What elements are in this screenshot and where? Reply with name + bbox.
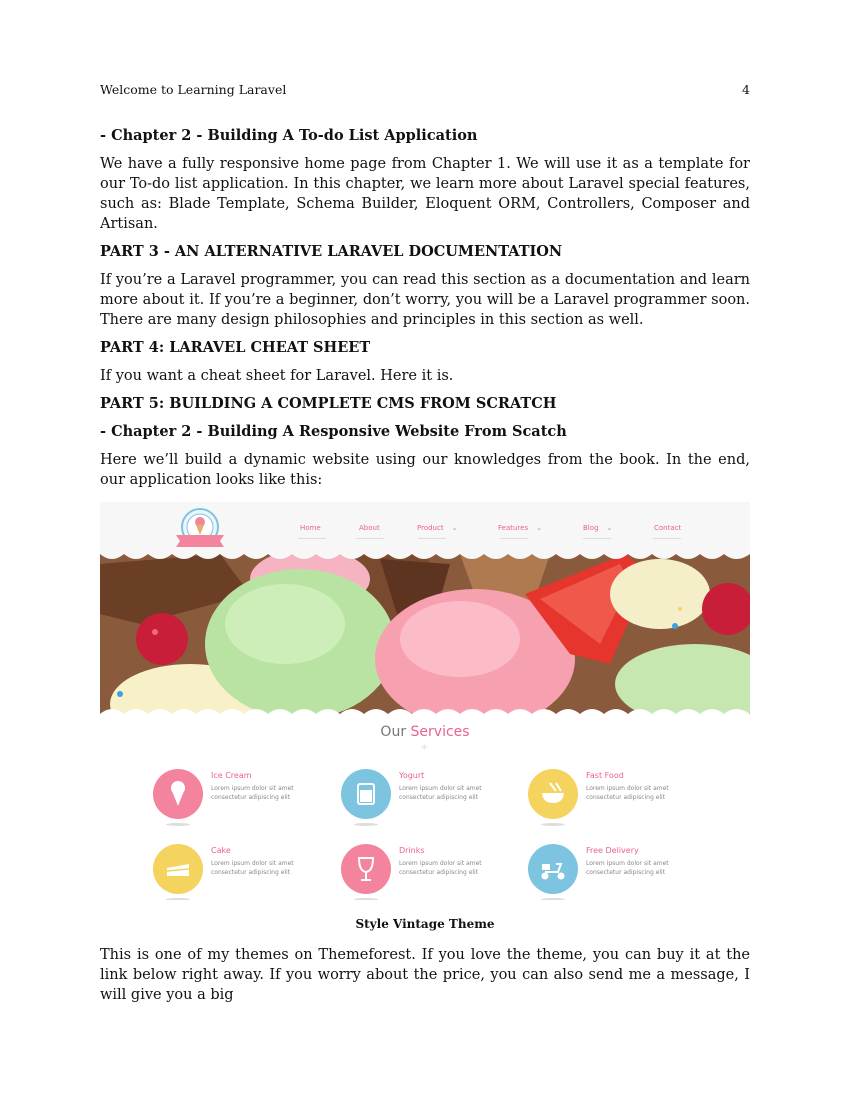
service-description: Lorem ipsum dolor sit amet consectetur a…: [399, 785, 482, 801]
nav-product[interactable]: Product ⌄: [417, 524, 457, 532]
plus-icon: +: [420, 742, 429, 753]
service-shadow: [354, 898, 378, 900]
heading-part-3: PART 3 - AN ALTERNATIVE LARAVEL DOCUMENT…: [100, 243, 563, 260]
service-description: Lorem ipsum dolor sit amet consectetur a…: [586, 860, 669, 876]
paragraph-closing: This is one of my themes on Themeforest.…: [100, 947, 750, 1003]
service-shadow: [166, 823, 190, 826]
hero-ice-cream-image: [100, 554, 750, 714]
nav-underline: [298, 538, 326, 539]
cake-icon: [166, 864, 190, 876]
service-description: Lorem ipsum dolor sit amet consectetur a…: [586, 785, 669, 801]
heading-chapter-2-website: - Chapter 2 - Building A Responsive Webs…: [100, 423, 567, 440]
paragraph-part-4: If you want a cheat sheet for Laravel. H…: [100, 368, 454, 384]
service-shadow: [166, 898, 190, 900]
paragraph-part-3: If you’re a Laravel programmer, you can …: [100, 272, 750, 328]
nav-features[interactable]: Features ⌄: [498, 524, 542, 532]
service-label: Ice Cream: [211, 771, 252, 780]
nav-features-label: Features: [498, 524, 529, 532]
nav-blog[interactable]: Blog ⌄: [583, 524, 612, 532]
service-item: Free Delivery Lorem ipsum dolor sit amet…: [528, 844, 708, 900]
service-item: Drinks Lorem ipsum dolor sit amet consec…: [341, 844, 521, 900]
service-label: Yogurt: [399, 771, 425, 780]
theme-navbar: Home About Product ⌄ Features ⌄ Blog ⌄ Cont…: [100, 502, 750, 560]
nav-underline: [583, 538, 611, 539]
heading-part-4: PART 4: LARAVEL CHEAT SHEET: [100, 339, 371, 356]
service-shadow: [541, 823, 565, 826]
nav-underline: [653, 538, 681, 539]
nav-underline: [500, 538, 528, 539]
heading-part-5: PART 5: BUILDING A COMPLETE CMS FROM SCR…: [100, 395, 557, 412]
nav-underline: [418, 538, 446, 539]
running-header: Welcome to Learning Laravel 4: [100, 82, 750, 97]
paragraph-chapter-2-intro: We have a fully responsive home page fro…: [100, 156, 750, 232]
nav-underline: [356, 538, 384, 539]
service-item: Yogurt Lorem ipsum dolor sit amet consec…: [341, 769, 521, 829]
service-label: Drinks: [399, 846, 425, 855]
bowl-icon: [542, 782, 564, 803]
paragraph-website-intro: Here we’ll build a dynamic website using…: [100, 452, 750, 488]
chevron-down-icon: ⌄: [451, 524, 458, 532]
nav-product-label: Product: [417, 524, 444, 532]
chevron-down-icon: ⌄: [536, 524, 542, 532]
service-description: Lorem ipsum dolor sit amet consectetur a…: [399, 860, 482, 876]
services-title-accent: Services: [410, 724, 470, 740]
service-item: Fast Food Lorem ipsum dolor sit amet con…: [528, 769, 708, 829]
yogurt-cup-icon: [357, 783, 375, 805]
nav-contact[interactable]: Contact: [654, 524, 681, 532]
service-item: Cake Lorem ipsum dolor sit amet consecte…: [153, 844, 333, 900]
heading-chapter-2-todo: - Chapter 2 - Building A To-do List Appl…: [100, 127, 478, 144]
service-label: Cake: [211, 846, 231, 855]
wine-glass-icon: [357, 857, 375, 881]
figure-caption: Style Vintage Theme: [355, 917, 495, 931]
service-description: Lorem ipsum dolor sit amet consectetur a…: [211, 860, 294, 876]
theme-screenshot: Home About Product ⌄ Features ⌄ Blog ⌄ Cont…: [100, 502, 750, 900]
service-label: Fast Food: [586, 771, 624, 780]
service-shadow: [541, 898, 565, 900]
nav-about[interactable]: About: [359, 524, 380, 532]
nav-home[interactable]: Home: [300, 524, 321, 532]
service-shadow: [354, 823, 378, 826]
brand-logo: [176, 508, 224, 547]
page-number: 4: [742, 82, 750, 97]
nav-blog-label: Blog: [583, 524, 599, 532]
ice-cream-icon: [171, 781, 185, 806]
service-description: Lorem ipsum dolor sit amet consectetur a…: [211, 785, 294, 801]
running-title: Welcome to Learning Laravel: [100, 82, 287, 97]
services-title-plain: Our: [380, 724, 411, 740]
page-content: - Chapter 2 - Building A To-do List Appl…: [100, 126, 750, 1013]
chevron-down-icon: ⌄: [606, 524, 613, 532]
services-title: Our Services: [100, 724, 750, 740]
service-label: Free Delivery: [586, 846, 639, 855]
scooter-icon: [541, 863, 565, 880]
service-item: Ice Cream Lorem ipsum dolor sit amet con…: [153, 769, 333, 829]
